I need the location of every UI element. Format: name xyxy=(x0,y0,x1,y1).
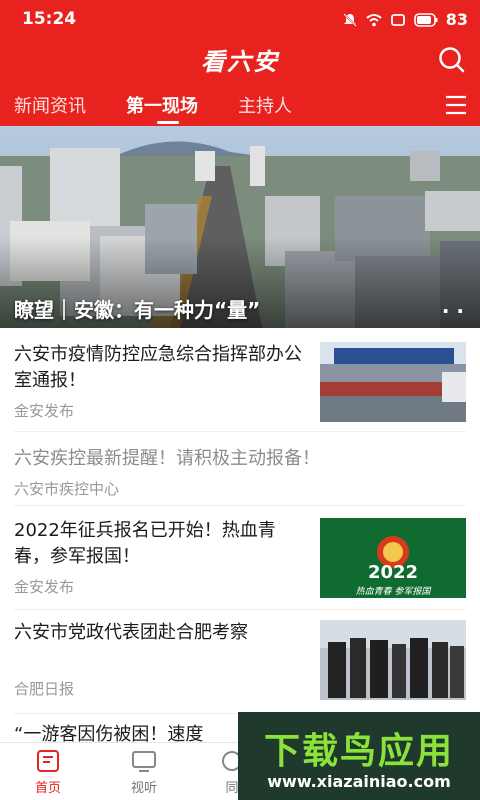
news-source: 金安发布 xyxy=(14,402,75,420)
thumb-year: 2022 xyxy=(367,562,419,583)
news-source: 合肥日报 xyxy=(14,680,75,698)
news-source: 六安市疾控中心 xyxy=(14,480,120,498)
app-header: 15:24 83 看六安 新闻资讯 第一现场 主持人 xyxy=(0,0,480,126)
news-item[interactable]: 六安疾控最新提醒！请积极主动报备！ 六安市疾控中心 xyxy=(14,432,466,506)
nav-label: 视听 xyxy=(130,781,157,796)
active-tab-indicator xyxy=(157,121,179,124)
news-thumbnail xyxy=(320,342,466,422)
status-bar: 15:24 83 xyxy=(0,0,480,40)
tv-icon xyxy=(132,751,156,772)
news-item[interactable]: 2022年征兵报名已开始！热血青春，参军报国！ 金安发布 2022 热血青春 参… xyxy=(14,506,466,610)
battery-percent: 83 xyxy=(445,10,468,29)
mute-icon xyxy=(343,12,357,27)
menu-icon[interactable] xyxy=(444,94,468,116)
watermark-logo: 下载鸟应用 www.xiazainiao.com xyxy=(238,712,480,800)
search-icon[interactable] xyxy=(436,44,468,76)
hero-banner[interactable]: 瞭望｜安徽：有一种力“量” . . xyxy=(0,126,480,328)
hero-pagination: . . xyxy=(441,294,464,318)
thumb-caption: 热血青春 参军报国 xyxy=(355,587,431,597)
tab-host[interactable]: 主持人 xyxy=(238,92,292,118)
tab-first-scene[interactable]: 第一现场 xyxy=(126,92,198,118)
status-icons: 83 xyxy=(342,10,468,29)
home-icon xyxy=(37,750,59,772)
news-item[interactable]: 六安市疫情防控应急综合指挥部办公室通报！ 金安发布 xyxy=(14,328,466,432)
app-logo: 看六安 xyxy=(201,48,279,76)
category-tabs: 新闻资讯 第一现场 主持人 xyxy=(0,88,480,126)
nav-label: 首页 xyxy=(34,781,61,796)
news-title: 六安市疫情防控应急综合指挥部办公室通报！ xyxy=(14,344,302,391)
watermark-url: www.xiazainiao.com xyxy=(267,772,451,791)
app-bar: 看六安 xyxy=(0,40,480,90)
news-source: 金安发布 xyxy=(14,578,75,596)
news-title: 2022年征兵报名已开始！热血青春，参军报国！ xyxy=(14,520,276,567)
battery-icon xyxy=(413,12,438,27)
nav-video[interactable]: 视听 xyxy=(114,749,174,796)
news-title: 六安市党政代表团赴合肥考察 xyxy=(14,622,248,643)
tab-news[interactable]: 新闻资讯 xyxy=(14,92,86,118)
news-title: 六安疾控最新提醒！请积极主动报备！ xyxy=(14,448,320,469)
hero-title: 瞭望｜安徽：有一种力“量” xyxy=(14,298,261,322)
nav-home[interactable]: 首页 xyxy=(18,749,78,796)
watermark-title: 下载鸟应用 xyxy=(263,731,454,772)
news-thumbnail xyxy=(320,620,466,700)
wifi-icon xyxy=(366,13,382,26)
screen-icon xyxy=(390,13,405,26)
news-item[interactable]: 六安市党政代表团赴合肥考察 合肥日报 xyxy=(14,610,466,714)
news-thumbnail: 2022 热血青春 参军报国 xyxy=(320,518,466,598)
status-time: 15:24 xyxy=(22,9,77,29)
